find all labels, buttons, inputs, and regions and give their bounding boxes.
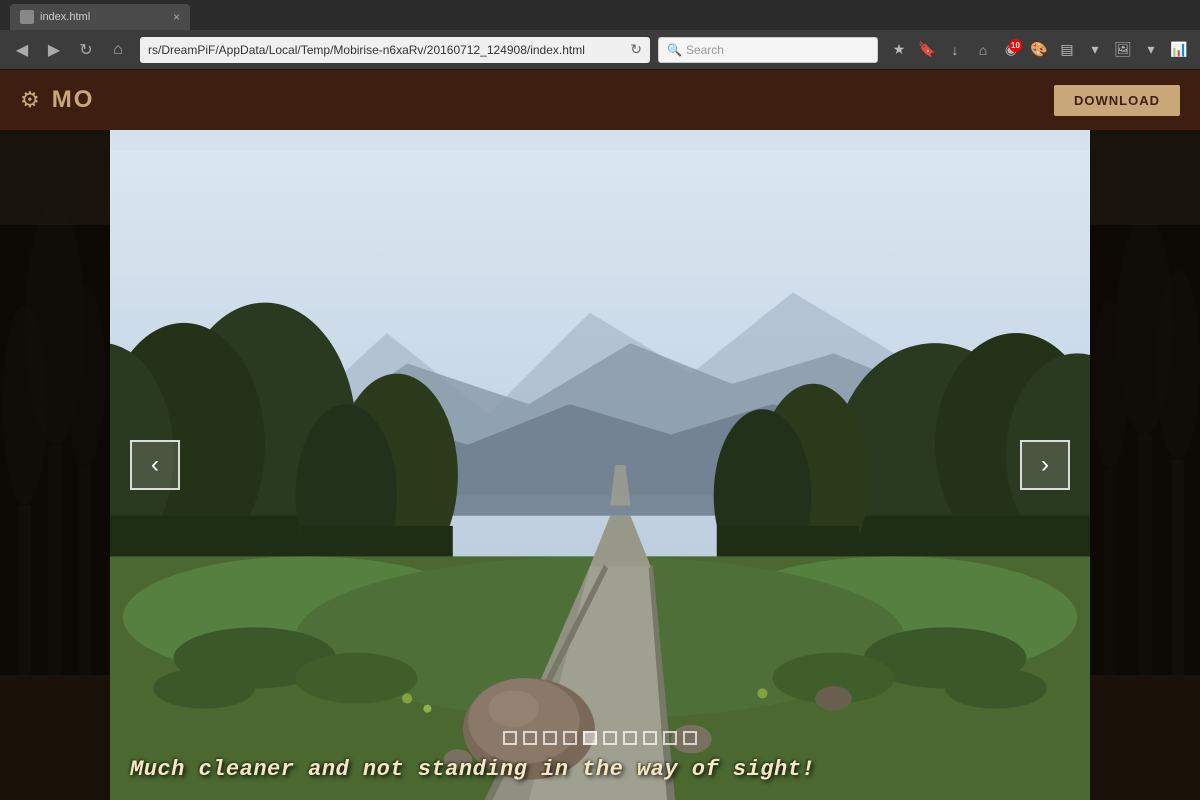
reload-icon: ↻: [630, 41, 642, 58]
prev-arrow-icon: ‹: [151, 451, 159, 479]
slide-dot-8[interactable]: [643, 731, 657, 745]
slide-dot-1[interactable]: [503, 731, 517, 745]
back-button[interactable]: ◀: [8, 36, 36, 64]
slide-dot-3[interactable]: [543, 731, 557, 745]
firefox-btn[interactable]: ◉ 10: [998, 37, 1024, 63]
left-scene: [0, 130, 110, 800]
search-placeholder: Search: [686, 43, 724, 57]
tab-favicon: [20, 10, 34, 24]
home-button[interactable]: ⌂: [104, 36, 132, 64]
notification-badge: 10: [1009, 39, 1022, 52]
search-icon: 🔍: [667, 43, 682, 57]
main-content: ‹ › Much cleaner and not standing in: [0, 130, 1200, 800]
slide-dot-6[interactable]: [603, 731, 617, 745]
forward-button[interactable]: ▶: [40, 36, 68, 64]
stats-btn[interactable]: 📊: [1166, 37, 1192, 63]
slide-dot-10[interactable]: [683, 731, 697, 745]
palette-btn[interactable]: 🎨: [1026, 37, 1052, 63]
browser-toolbar: ◀ ▶ ↻ ⌂ rs/DreamPiF/AppData/Local/Temp/M…: [0, 30, 1200, 70]
settings-gear-icon: ⚙: [20, 87, 40, 113]
chevron-down-btn[interactable]: ▾: [1082, 37, 1108, 63]
app-container: ⚙ MO DOWNLOAD: [0, 70, 1200, 800]
slider-container: ‹ › Much cleaner and not standing in: [110, 130, 1090, 800]
next-arrow-icon: ›: [1041, 451, 1049, 479]
app-logo: MO: [52, 86, 95, 114]
slide-image: [110, 130, 1090, 800]
search-bar[interactable]: 🔍 Search: [658, 37, 878, 63]
slide-dot-4[interactable]: [563, 731, 577, 745]
toolbar-icons: ★ 🔖 ↓ ⌂ ◉ 10 🎨 ▤ ▾ 🖼 ▾ 📊: [886, 37, 1192, 63]
next-slide-button[interactable]: ›: [1020, 440, 1070, 490]
right-scene: [1090, 130, 1200, 800]
bookmark-btn[interactable]: 🔖: [914, 37, 940, 63]
reload-button[interactable]: ↻: [72, 36, 100, 64]
menu-btn[interactable]: ▤: [1054, 37, 1080, 63]
side-panel-right: [1090, 130, 1200, 800]
slide-dot-7[interactable]: [623, 731, 637, 745]
image-btn[interactable]: 🖼: [1110, 37, 1136, 63]
side-panel-left: [0, 130, 110, 800]
download-button[interactable]: DOWNLOAD: [1054, 85, 1180, 116]
image-chevron-btn[interactable]: ▾: [1138, 37, 1164, 63]
tab-label: index.html: [40, 11, 90, 23]
slide-dot-9[interactable]: [663, 731, 677, 745]
address-text: rs/DreamPiF/AppData/Local/Temp/Mobirise-…: [148, 43, 624, 57]
tab-bar: index.html ×: [0, 0, 1200, 30]
slide-dot-5[interactable]: [583, 731, 597, 745]
tab-close-btn[interactable]: ×: [173, 10, 180, 24]
browser-tab[interactable]: index.html ×: [10, 4, 190, 30]
slide-caption: Much cleaner and not standing in the way…: [110, 749, 1090, 790]
address-bar[interactable]: rs/DreamPiF/AppData/Local/Temp/Mobirise-…: [140, 37, 650, 63]
download-btn[interactable]: ↓: [942, 37, 968, 63]
app-header: ⚙ MO DOWNLOAD: [0, 70, 1200, 130]
bookmark-star-btn[interactable]: ★: [886, 37, 912, 63]
browser-chrome: index.html × ◀ ▶ ↻ ⌂ rs/DreamPiF/AppData…: [0, 0, 1200, 70]
slide-dot-2[interactable]: [523, 731, 537, 745]
slide-dots: [503, 731, 697, 745]
home-icon-btn[interactable]: ⌂: [970, 37, 996, 63]
caption-text: Much cleaner and not standing in the way…: [130, 757, 815, 782]
prev-slide-button[interactable]: ‹: [130, 440, 180, 490]
